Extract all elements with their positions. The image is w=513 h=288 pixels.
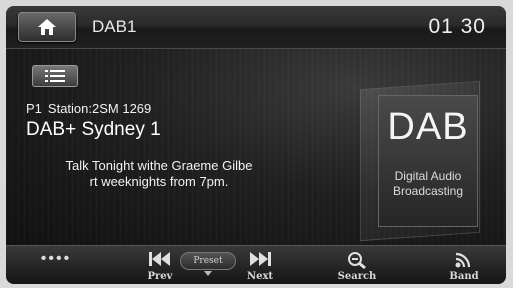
dls-line-1: Talk Tonight withe Graeme Gilbe xyxy=(65,158,253,173)
band-label: Band xyxy=(449,271,479,282)
preset-caret-icon xyxy=(204,271,212,276)
list-icon xyxy=(45,70,65,82)
clock: 01 30 xyxy=(428,15,486,38)
prev-button[interactable]: Prev xyxy=(138,246,182,284)
skip-back-icon xyxy=(149,252,170,266)
next-label: Next xyxy=(246,271,274,282)
search-label: Search xyxy=(337,271,377,282)
more-dots-icon: •••• xyxy=(40,250,72,267)
station-id: Station:2SM 1269 xyxy=(47,101,152,116)
station-info: P1 Station:2SM 1269 xyxy=(26,101,157,116)
top-bar: DAB1 01 30 xyxy=(6,6,506,49)
prev-label: Prev xyxy=(147,271,173,282)
search-icon xyxy=(348,252,366,269)
home-button[interactable] xyxy=(18,12,76,42)
bottom-toolbar: •••• Prev Preset Next Search Band xyxy=(6,245,506,284)
dls-line-2: rt weeknights from 7pm. xyxy=(89,174,229,189)
more-button[interactable]: •••• xyxy=(28,246,84,284)
station-list-button[interactable] xyxy=(32,65,78,87)
station-name: DAB+ Sydney 1 xyxy=(26,119,161,140)
band-button[interactable]: Band xyxy=(442,246,486,284)
dab-logo: DAB Digital Audio Broadcasting xyxy=(378,95,478,227)
dab-logo-text: DAB xyxy=(387,106,469,148)
search-button[interactable]: Search xyxy=(332,246,382,284)
dynamic-label-text: Talk Tonight withe Graeme Gilbe rt weekn… xyxy=(28,158,290,190)
main-panel: P1 Station:2SM 1269 DAB+ Sydney 1 Talk To… xyxy=(6,49,506,245)
preset-button[interactable]: Preset xyxy=(180,252,236,270)
head-unit-screen: DAB1 01 30 P1 Station:2SM 1269 DAB+ Sydne… xyxy=(6,6,506,284)
signal-icon xyxy=(455,252,471,268)
preset-number: P1 xyxy=(26,101,42,116)
next-button[interactable]: Next xyxy=(238,246,282,284)
source-title: DAB1 xyxy=(92,17,137,36)
dab-logo-subtitle: Digital Audio Broadcasting xyxy=(379,169,477,199)
home-icon xyxy=(38,19,56,35)
dab-subtitle-line-2: Broadcasting xyxy=(392,184,464,198)
skip-forward-icon xyxy=(250,252,271,266)
dab-subtitle-line-1: Digital Audio xyxy=(394,169,462,183)
